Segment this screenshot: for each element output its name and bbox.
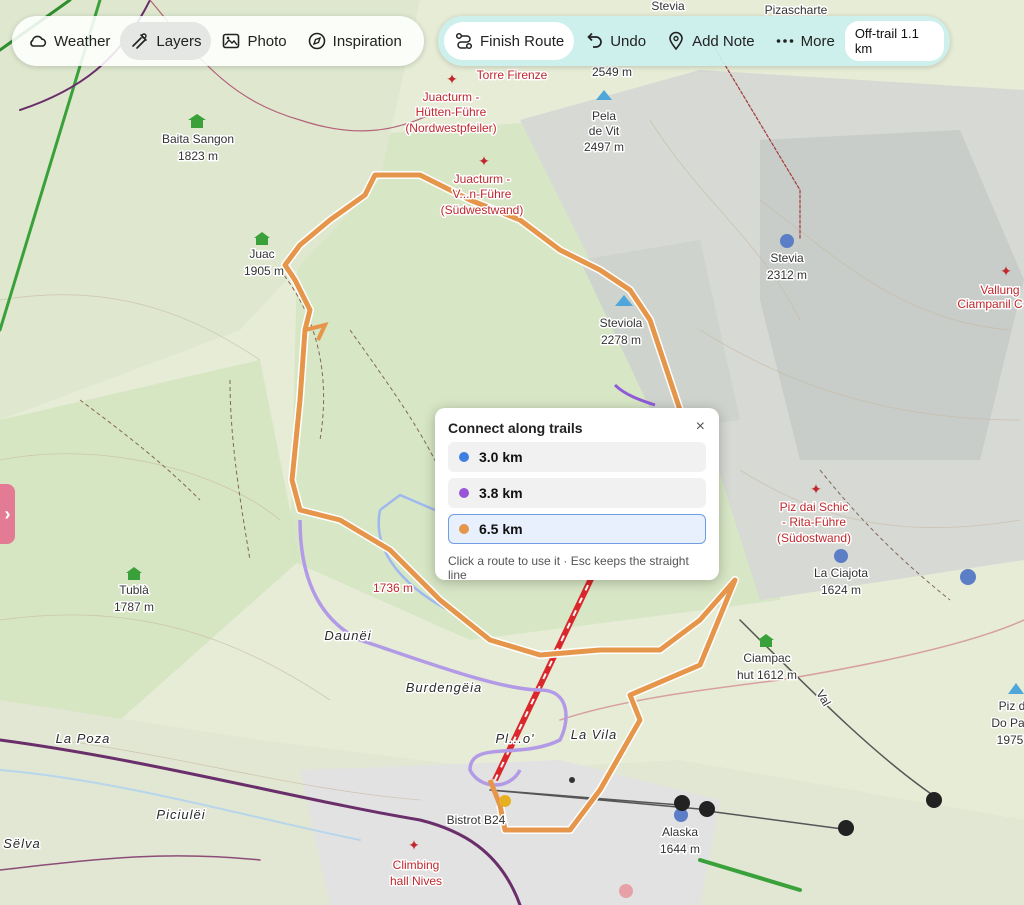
- label-elev-2278: 2278 m: [601, 333, 641, 347]
- photo-label: Photo: [247, 32, 287, 50]
- add-note-label: Add Note: [692, 32, 755, 50]
- photo-icon: [223, 33, 240, 49]
- cloud-icon: [30, 35, 47, 47]
- off-trail-badge: Off-trail 1.1 km: [844, 21, 944, 61]
- route-option-3km[interactable]: 3.0 km: [448, 442, 706, 472]
- route-color-dot: [459, 524, 469, 534]
- photo-button[interactable]: Photo: [211, 22, 296, 60]
- layers-label: Layers: [156, 32, 202, 50]
- label-piciulei: Piciulëi: [156, 807, 205, 822]
- svg-text:✦: ✦: [810, 482, 822, 498]
- close-icon[interactable]: ×: [696, 418, 705, 436]
- label-elev-1905: 1905 m: [244, 264, 284, 278]
- finish-route-button[interactable]: Finish Route: [444, 22, 575, 60]
- pin-icon: [669, 31, 683, 51]
- label-plan: Pl...o': [495, 731, 534, 746]
- label-la-poza: La Poza: [56, 731, 111, 746]
- label-elev-2312: 2312 m: [767, 268, 807, 282]
- label-climbing: Climbing: [393, 858, 440, 872]
- connect-trails-popup: Connect along trails × 3.0 km 3.8 km 6.5…: [435, 408, 719, 582]
- toolbar-route: Finish Route Undo Add Note More Off-trai…: [438, 16, 950, 66]
- label-alaska: Alaska: [662, 825, 698, 839]
- label-la-vila: La Vila: [571, 727, 618, 742]
- label-rita: - Rita-Führe: [782, 515, 846, 529]
- label-juacturm-2: Juacturm -: [454, 172, 511, 186]
- inspiration-button[interactable]: Inspiration: [297, 22, 412, 60]
- label-elev-1736: 1736 m: [373, 581, 413, 595]
- label-nordwest: (Nordwestpfeiler): [405, 121, 496, 135]
- route-color-dot: [459, 488, 469, 498]
- label-juac: Juac: [249, 247, 274, 261]
- route-option-3-8km[interactable]: 3.8 km: [448, 478, 706, 508]
- label-daunei: Daunëi: [324, 628, 371, 643]
- label-steviola: Steviola: [600, 316, 643, 330]
- label-torre-firenze: Torre Firenze: [477, 68, 548, 82]
- label-elev-1823: 1823 m: [178, 149, 218, 163]
- svg-text:✦: ✦: [478, 154, 490, 170]
- toolbar-left: Weather Layers Photo Inspiration: [12, 16, 424, 66]
- label-elev-2497: 2497 m: [584, 140, 624, 154]
- route-color-dot: [459, 452, 469, 462]
- label-hutten: Hütten-Führe: [416, 105, 487, 119]
- label-ciampanil: Ciampanil C: [957, 297, 1023, 311]
- label-baita-sangon: Baita Sangon: [162, 132, 234, 146]
- label-sudostwand: (Südostwand): [777, 531, 851, 545]
- label-ciampac: Ciampac: [743, 651, 790, 665]
- label-pela: Pela: [592, 109, 616, 123]
- route-option-6-5km[interactable]: 6.5 km: [448, 514, 706, 544]
- label-elev-1787: 1787 m: [114, 600, 154, 614]
- label-tubla: Tublà: [119, 583, 149, 597]
- svg-text:✦: ✦: [1000, 264, 1012, 280]
- svg-text:✦: ✦: [408, 838, 420, 854]
- label-do-pa: Do Pa: [991, 716, 1024, 730]
- label-stevia-top: Stevia: [651, 0, 685, 13]
- label-la-ciajota: La Ciajota: [814, 566, 868, 580]
- route-option-label: 6.5 km: [479, 521, 523, 537]
- label-juacturm-1: Juacturm -: [423, 90, 480, 104]
- add-note-button[interactable]: Add Note: [656, 22, 765, 60]
- more-button[interactable]: More: [765, 22, 845, 60]
- route-option-label: 3.8 km: [479, 485, 523, 501]
- route-option-label: 3.0 km: [479, 449, 523, 465]
- route-icon: [455, 32, 473, 50]
- undo-icon: [587, 32, 602, 48]
- label-elev-1975: 1975: [997, 733, 1024, 747]
- label-piz-schic: Piz dai Schic: [780, 500, 849, 514]
- label-pizascharte: Pizascharte: [765, 3, 828, 17]
- label-hut-1612: hut 1612 m: [737, 668, 797, 682]
- popup-hint: Click a route to use it · Esc keeps the …: [448, 554, 689, 582]
- label-selva: Sëlva: [3, 836, 41, 851]
- layers-button[interactable]: Layers: [120, 22, 212, 60]
- more-label: More: [800, 32, 835, 50]
- label-piz-do: Piz d: [999, 699, 1024, 713]
- label-vnn: V...n-Führe: [453, 187, 512, 201]
- layers-icon: [132, 33, 148, 49]
- label-elev-1624: 1624 m: [821, 583, 861, 597]
- label-stevia-hut: Stevia: [770, 251, 804, 265]
- undo-button[interactable]: Undo: [574, 22, 656, 60]
- weather-button[interactable]: Weather: [18, 22, 120, 60]
- compass-icon: [308, 32, 325, 50]
- weather-label: Weather: [54, 32, 111, 50]
- svg-text:✦: ✦: [446, 72, 458, 88]
- label-vallunga: Vallung: [980, 283, 1019, 297]
- undo-label: Undo: [610, 32, 647, 50]
- label-sudwestwand: (Südwestwand): [441, 203, 524, 217]
- label-elev-1644: 1644 m: [660, 842, 700, 856]
- label-bistrot: Bistrot B24: [447, 813, 506, 827]
- label-elev-2549: 2549 m: [592, 65, 632, 79]
- label-burdengeia: Burdengëia: [406, 680, 483, 695]
- label-devit: de Vit: [589, 124, 620, 138]
- inspiration-label: Inspiration: [332, 32, 402, 50]
- expand-panel-tab[interactable]: ›: [0, 484, 15, 544]
- label-hall-nives: hall Nives: [390, 874, 442, 888]
- finish-route-label: Finish Route: [480, 32, 565, 50]
- more-dots-icon: [776, 39, 793, 43]
- popup-title: Connect along trails: [448, 420, 583, 436]
